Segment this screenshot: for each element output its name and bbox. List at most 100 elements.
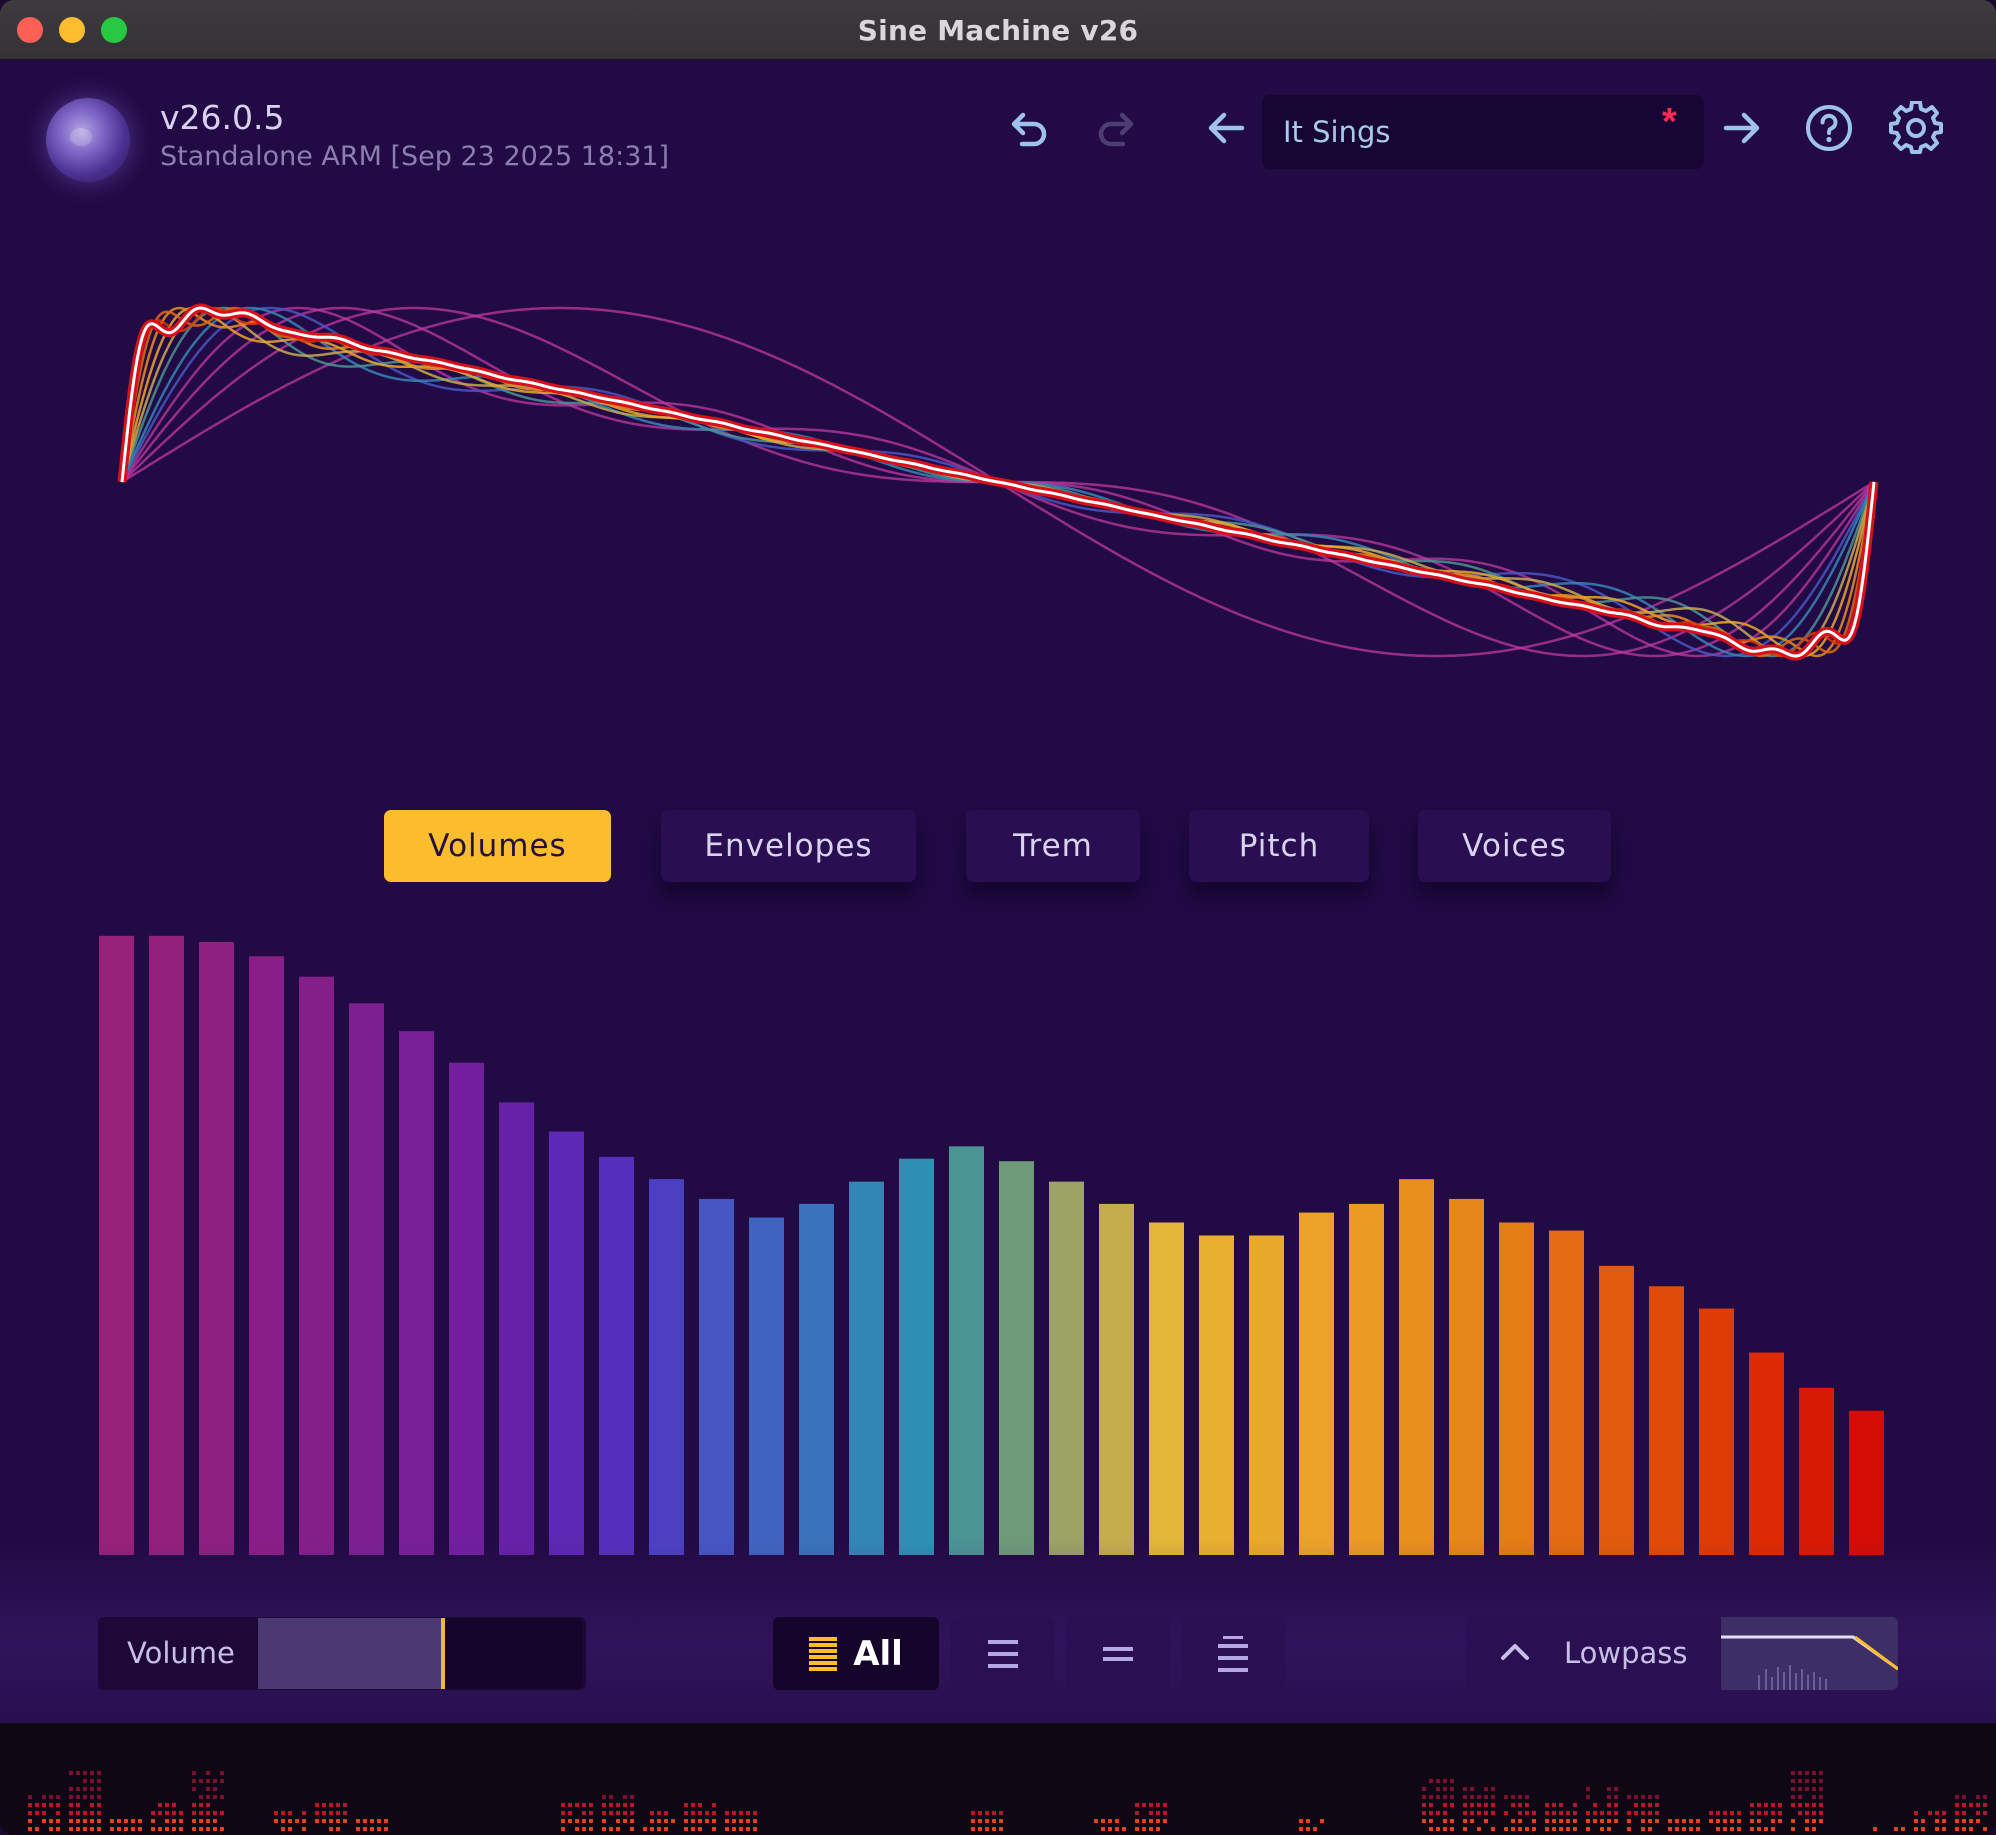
harmonic-bar-25[interactable] [1299, 1212, 1334, 1555]
help-button[interactable] [1801, 100, 1857, 156]
meter-dot [589, 1819, 593, 1823]
volume-control: Volume [98, 1617, 586, 1690]
harmonic-bar-7[interactable] [399, 1031, 434, 1555]
meter-dot [698, 1827, 702, 1831]
harmonic-bar-13[interactable] [699, 1198, 734, 1555]
harmonic-bar-22[interactable] [1149, 1222, 1184, 1555]
meter-dot [643, 1827, 647, 1831]
harmonic-bar-14[interactable] [749, 1217, 784, 1555]
meter-dot [561, 1803, 565, 1807]
harmonic-bar-20[interactable] [1049, 1181, 1084, 1555]
meter-dot [1573, 1819, 1577, 1823]
meter-dot [363, 1819, 367, 1823]
harmonic-bar-19[interactable] [999, 1161, 1034, 1555]
harmonic-bar-36[interactable] [1849, 1410, 1884, 1555]
harmonic-bar-30[interactable] [1549, 1230, 1584, 1555]
harmonics-odd-button[interactable] [951, 1617, 1055, 1690]
harmonic-bar-2[interactable] [149, 935, 184, 1555]
next-preset-button[interactable] [1714, 100, 1770, 156]
volume-slider-handle[interactable] [441, 1618, 446, 1689]
meter-dot [1477, 1811, 1481, 1815]
tab-envelopes[interactable]: Envelopes [661, 810, 916, 882]
meter-dot [1463, 1803, 1467, 1807]
volume-slider[interactable] [258, 1618, 583, 1689]
meter-dot [1607, 1787, 1611, 1791]
harmonic-bar-26[interactable] [1349, 1203, 1384, 1555]
harmonic-bar-8[interactable] [449, 1062, 484, 1555]
harmonic-bar-35[interactable] [1799, 1387, 1834, 1555]
meter-dot [1641, 1803, 1645, 1807]
harmonics-group-button[interactable] [1181, 1617, 1285, 1690]
tab-volumes[interactable]: Volumes [384, 810, 611, 882]
meter-dot [1634, 1811, 1638, 1815]
meter-dot [1156, 1803, 1160, 1807]
harmonic-bar-16[interactable] [849, 1181, 884, 1555]
harmonic-bar-28[interactable] [1449, 1198, 1484, 1555]
meter-dot [1607, 1819, 1611, 1823]
harmonic-bar-11[interactable] [599, 1156, 634, 1555]
meter-dot [1484, 1811, 1488, 1815]
meter-dot [1696, 1827, 1700, 1831]
harmonic-bar-17[interactable] [899, 1158, 934, 1555]
harmonic-bar-6[interactable] [349, 1003, 384, 1555]
redo-button[interactable] [1089, 100, 1145, 156]
meter-dot [1819, 1819, 1823, 1823]
preset-selector[interactable]: It Sings * [1262, 95, 1704, 169]
harmonic-volume-bars[interactable] [0, 900, 1996, 1560]
harmonic-bar-1[interactable] [99, 935, 134, 1555]
settings-button[interactable] [1888, 100, 1944, 156]
meter-dot [1600, 1811, 1604, 1815]
harmonic-bar-5[interactable] [299, 976, 334, 1555]
harmonic-bar-33[interactable] [1699, 1308, 1734, 1555]
filter-control[interactable]: Lowpass [1466, 1617, 1898, 1690]
meter-dot [90, 1771, 94, 1775]
meter-dot [1689, 1827, 1693, 1831]
meter-dot [739, 1811, 743, 1815]
meter-dot [288, 1819, 292, 1823]
meter-dot [199, 1827, 203, 1831]
meter-dot [1641, 1827, 1645, 1831]
meter-dot [1306, 1819, 1310, 1823]
harmonic-bar-23[interactable] [1199, 1235, 1234, 1555]
harmonic-bar-27[interactable] [1399, 1179, 1434, 1555]
harmonic-bar-4[interactable] [249, 956, 284, 1555]
harmonic-bar-9[interactable] [499, 1102, 534, 1555]
meter-dot [206, 1787, 210, 1791]
harmonic-bar-12[interactable] [649, 1179, 684, 1555]
meter-dot [1771, 1827, 1775, 1831]
output-meter [0, 1723, 1996, 1835]
meter-dot [199, 1811, 203, 1815]
meter-dot [1778, 1819, 1782, 1823]
previous-preset-button[interactable] [1198, 100, 1254, 156]
harmonic-bar-10[interactable] [549, 1131, 584, 1555]
harmonic-bar-3[interactable] [199, 941, 234, 1555]
filter-response-graph[interactable] [1721, 1617, 1898, 1690]
meter-dot [172, 1827, 176, 1831]
meter-dot [384, 1819, 388, 1823]
meter-dot [1764, 1811, 1768, 1815]
harmonic-bar-34[interactable] [1749, 1352, 1784, 1555]
tab-trem[interactable]: Trem [966, 810, 1140, 882]
meter-dot [589, 1803, 593, 1807]
tab-voices[interactable]: Voices [1418, 810, 1611, 882]
meter-dot [97, 1779, 101, 1783]
meter-dot [1812, 1779, 1816, 1783]
harmonic-bar-18[interactable] [949, 1146, 984, 1555]
meter-dot [1484, 1787, 1488, 1791]
meter-dot [315, 1819, 319, 1823]
meter-dot [1586, 1819, 1590, 1823]
meter-dot [1750, 1827, 1754, 1831]
meter-dot [664, 1819, 668, 1823]
harmonic-bar-32[interactable] [1649, 1286, 1684, 1555]
tab-pitch[interactable]: Pitch [1189, 810, 1369, 882]
harmonic-bar-21[interactable] [1099, 1203, 1134, 1555]
meter-dot [151, 1819, 155, 1823]
harmonics-all-button[interactable]: All [773, 1617, 939, 1690]
harmonic-bar-15[interactable] [799, 1203, 834, 1555]
harmonics-even-button[interactable] [1066, 1617, 1170, 1690]
harmonic-bar-31[interactable] [1599, 1265, 1634, 1555]
undo-button[interactable] [1000, 100, 1056, 156]
meter-dot [1805, 1819, 1809, 1823]
harmonic-bar-29[interactable] [1499, 1222, 1534, 1555]
harmonic-bar-24[interactable] [1249, 1235, 1284, 1555]
